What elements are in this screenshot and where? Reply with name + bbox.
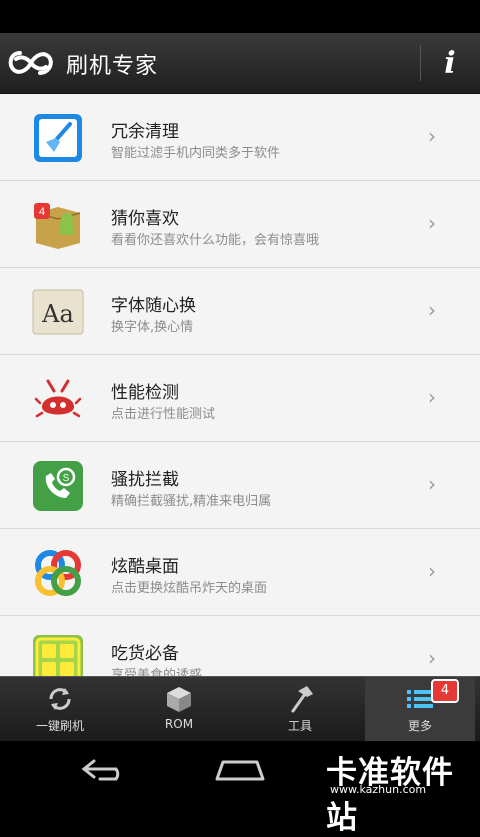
status-bar bbox=[0, 0, 480, 33]
font-icon-label: Aa bbox=[41, 300, 74, 328]
list-item-cool-launcher[interactable]: 炫酷桌面 点击更换炫酷吊炸天的桌面 › bbox=[0, 529, 480, 616]
chevron-right-icon: › bbox=[428, 124, 436, 148]
chevron-right-icon: › bbox=[428, 472, 436, 496]
notification-badge: 4 bbox=[431, 679, 459, 703]
android-box-icon: 4 bbox=[34, 203, 81, 249]
bottom-tab-bar: 一键刷机 ROM 工具 4 更多 bbox=[0, 676, 480, 741]
tab-rom[interactable]: ROM bbox=[124, 677, 234, 741]
broom-icon bbox=[34, 114, 82, 162]
item-title: 炫酷桌面 bbox=[111, 557, 179, 577]
item-badge: 4 bbox=[39, 206, 45, 218]
back-icon[interactable] bbox=[80, 757, 130, 783]
chevron-right-icon: › bbox=[428, 385, 436, 409]
hammer-icon bbox=[291, 686, 313, 713]
go-launcher-icon bbox=[35, 550, 81, 596]
refresh-icon bbox=[49, 688, 71, 710]
tab-label: ROM bbox=[164, 717, 194, 731]
title-divider bbox=[420, 45, 421, 81]
chevron-right-icon: › bbox=[428, 211, 436, 235]
item-title: 猜你喜欢 bbox=[111, 209, 179, 229]
list-item-redundancy-clean[interactable]: 冗余清理 智能过滤手机内同类多于软件 › bbox=[0, 94, 480, 181]
page-title: 刷机专家 bbox=[66, 54, 159, 79]
svg-text:S: S bbox=[63, 473, 70, 484]
item-subtitle: 精确拦截骚扰,精准来电归属 bbox=[111, 494, 272, 509]
chevron-right-icon: › bbox=[428, 559, 436, 583]
phone-shield-icon: S bbox=[33, 461, 83, 511]
item-subtitle: 享受美食的诱惑 bbox=[111, 668, 203, 676]
item-title: 吃货必备 bbox=[111, 644, 179, 664]
list-item-font-change[interactable]: Aa 字体随心换 换字体,换心情 › bbox=[0, 268, 480, 355]
tab-label: 更多 bbox=[407, 719, 432, 733]
home-icon[interactable] bbox=[213, 759, 267, 781]
app-logo-icon bbox=[8, 51, 53, 75]
cube-icon bbox=[167, 687, 191, 712]
antutu-icon bbox=[34, 379, 82, 418]
tab-one-click-flash[interactable]: 一键刷机 bbox=[5, 677, 115, 741]
tab-label: 一键刷机 bbox=[35, 719, 84, 733]
chevron-right-icon: › bbox=[428, 646, 436, 670]
food-icon bbox=[33, 635, 83, 676]
item-subtitle: 看看你还喜欢什么功能，会有惊喜哦 bbox=[111, 233, 320, 248]
tab-tools[interactable]: 工具 bbox=[245, 677, 355, 741]
list-item-foodie[interactable]: 吃货必备 享受美食的诱惑 › bbox=[0, 616, 480, 676]
watermark-url: www.kazhun.com bbox=[330, 783, 427, 796]
item-title: 骚扰拦截 bbox=[111, 470, 179, 490]
list-item-recommend[interactable]: 4 猜你喜欢 看看你还喜欢什么功能，会有惊喜哦 › bbox=[0, 181, 480, 268]
item-title: 冗余清理 bbox=[111, 122, 179, 142]
item-subtitle: 点击进行性能测试 bbox=[111, 407, 216, 422]
tab-label: 工具 bbox=[287, 719, 312, 733]
item-subtitle: 换字体,换心情 bbox=[111, 320, 194, 335]
info-button[interactable]: i bbox=[425, 43, 475, 85]
system-nav-bar: 卡准软件站 www.kazhun.com bbox=[0, 741, 480, 836]
title-bar: 刷机专家 i bbox=[0, 33, 480, 94]
font-icon: Aa bbox=[32, 289, 84, 335]
feature-list: 冗余清理 智能过滤手机内同类多于软件 › 4 猜你喜欢 看看你还喜欢什么功能，会… bbox=[0, 94, 480, 676]
list-item-harassment-block[interactable]: S 骚扰拦截 精确拦截骚扰,精准来电归属 › bbox=[0, 442, 480, 529]
tab-more[interactable]: 4 更多 bbox=[365, 677, 475, 741]
list-item-performance-test[interactable]: 性能检测 点击进行性能测试 › bbox=[0, 355, 480, 442]
item-title: 性能检测 bbox=[111, 383, 179, 403]
item-title: 字体随心换 bbox=[111, 296, 196, 316]
item-subtitle: 智能过滤手机内同类多于软件 bbox=[111, 146, 281, 161]
chevron-right-icon: › bbox=[428, 298, 436, 322]
item-subtitle: 点击更换炫酷吊炸天的桌面 bbox=[111, 581, 268, 596]
